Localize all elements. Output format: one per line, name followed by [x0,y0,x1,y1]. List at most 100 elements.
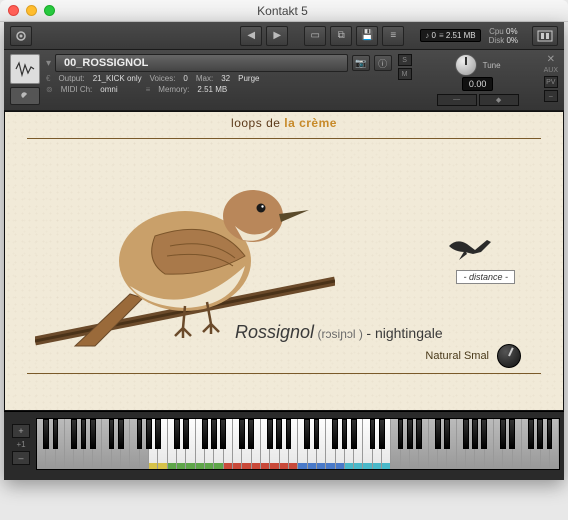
white-key[interactable] [485,419,494,469]
white-key[interactable] [214,419,223,469]
white-key[interactable] [419,419,428,469]
rack-view-icon[interactable]: ▭ [304,26,326,46]
white-key[interactable] [140,419,149,469]
prev-button[interactable]: ◀ [240,26,262,46]
close-icon[interactable] [8,5,19,16]
white-key[interactable] [242,419,251,469]
midi-value[interactable]: omni [100,85,117,94]
pan-slider[interactable]: ◆ [479,94,519,106]
mute-button[interactable]: M [398,68,412,80]
white-key[interactable] [65,419,74,469]
white-key[interactable] [112,419,121,469]
white-key[interactable] [541,419,550,469]
white-key[interactable] [280,419,289,469]
white-key[interactable] [93,419,102,469]
white-key[interactable] [46,419,55,469]
white-key[interactable] [373,419,382,469]
white-key[interactable] [130,419,139,469]
white-key[interactable] [531,419,540,469]
tune-value[interactable]: 0.00 [462,77,494,91]
white-key[interactable] [298,419,307,469]
white-key[interactable] [494,419,503,469]
white-key[interactable] [354,419,363,469]
white-key[interactable] [168,419,177,469]
white-key[interactable] [447,419,456,469]
white-key[interactable] [336,419,345,469]
chevron-down-icon[interactable]: ▾ [46,58,51,69]
white-key[interactable] [513,419,522,469]
white-key[interactable] [233,419,242,469]
next-button[interactable]: ▶ [266,26,288,46]
divider-bottom [27,373,541,374]
instrument-header: ▾ 00_ROSSIGNOL 📷 ⓘ € Output: 21_KICK onl… [4,50,564,111]
minimize-icon[interactable] [26,5,37,16]
tune-label: Tune [483,61,501,70]
white-key[interactable] [56,419,65,469]
white-key[interactable] [84,419,93,469]
bird-ipa: (rɔsiɲɔl ) [318,327,363,341]
transpose-up-button[interactable]: + [12,424,30,438]
options-icon[interactable]: ≡ [382,26,404,46]
white-key[interactable] [224,419,233,469]
instrument-wrench-icon[interactable] [10,87,40,105]
white-key[interactable] [429,419,438,469]
max-value[interactable]: 32 [221,74,230,83]
white-key[interactable] [289,419,298,469]
white-key[interactable] [308,419,317,469]
pv-button[interactable]: PV [544,76,558,88]
browse-icon[interactable] [10,26,32,46]
white-key[interactable] [121,419,130,469]
snapshot-icon[interactable]: 📷 [352,55,370,71]
white-key[interactable] [475,419,484,469]
transpose-value: +1 [16,440,25,449]
white-key[interactable] [457,419,466,469]
white-key[interactable] [102,419,111,469]
distance-label[interactable]: - distance - [456,270,515,284]
minimize-instrument-icon[interactable]: – [544,90,558,102]
white-key[interactable] [261,419,270,469]
natural-knob[interactable] [497,344,521,368]
voices-label: Voices: [150,74,176,83]
white-key[interactable] [326,419,335,469]
purge-label[interactable]: Purge [238,74,259,83]
white-key[interactable] [158,419,167,469]
white-key[interactable] [401,419,410,469]
white-key[interactable] [522,419,531,469]
white-key[interactable] [382,419,391,469]
save-icon[interactable]: 💾 [356,26,378,46]
white-key[interactable] [37,419,46,469]
white-key[interactable] [270,419,279,469]
ni-logo-icon[interactable] [532,26,558,46]
cpu-disk-meters: Cpu 0% Disk 0% [489,27,518,45]
zoom-icon[interactable] [44,5,55,16]
white-key[interactable] [149,419,158,469]
tune-knob[interactable] [455,54,477,76]
instrument-wave-icon[interactable] [10,54,40,84]
white-key[interactable] [205,419,214,469]
white-key[interactable] [466,419,475,469]
voices-value: 0 [183,74,187,83]
white-key[interactable] [438,419,447,469]
transpose-down-button[interactable]: – [12,451,30,465]
white-key[interactable] [345,419,354,469]
header-meters: ♪ 0 ≡ 2.51 MB [420,29,480,42]
white-key[interactable] [317,419,326,469]
white-key[interactable] [410,419,419,469]
white-key[interactable] [503,419,512,469]
instrument-name[interactable]: 00_ROSSIGNOL [55,54,348,72]
white-key[interactable] [196,419,205,469]
white-key[interactable] [177,419,186,469]
white-key[interactable] [186,419,195,469]
white-key[interactable] [252,419,261,469]
white-key[interactable] [74,419,83,469]
instrument-close-icon[interactable]: ✕ [544,54,558,65]
distance-bird-icon[interactable] [447,232,493,262]
white-key[interactable] [391,419,400,469]
virtual-keyboard[interactable] [36,418,560,470]
info-icon[interactable]: ⓘ [374,55,392,71]
white-key[interactable] [550,419,559,469]
white-key[interactable] [363,419,372,469]
files-icon[interactable]: ⧉ [330,26,352,46]
output-value[interactable]: 21_KICK only [93,74,142,83]
solo-button[interactable]: S [398,54,412,66]
